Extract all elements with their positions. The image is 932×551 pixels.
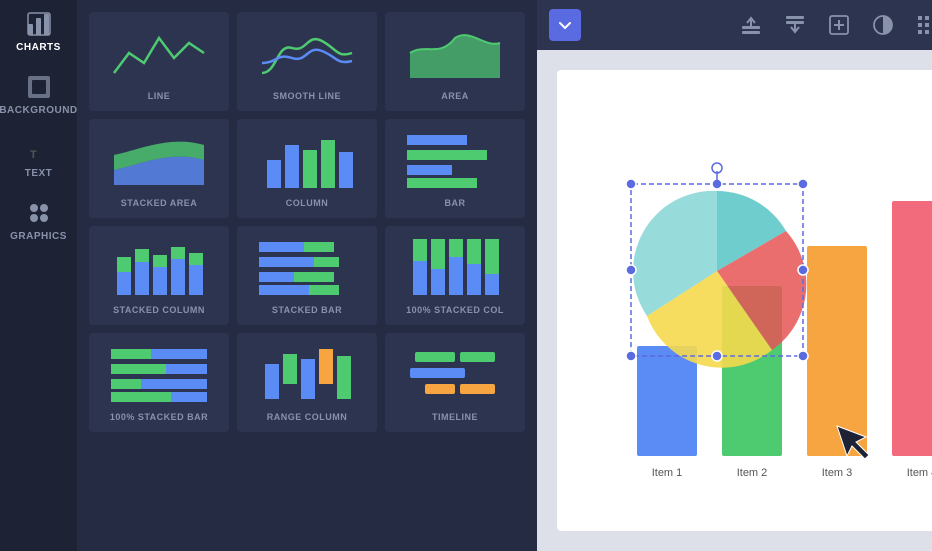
layer-down-button[interactable] [781, 11, 809, 39]
chart-label-area: AREA [441, 91, 469, 101]
chart-thumb-stacked-area [109, 127, 209, 192]
chart-item-line[interactable]: LINE [89, 12, 229, 111]
chart-item-timeline[interactable]: TIMELINE [385, 333, 525, 432]
chart-item-stacked-bar[interactable]: STACKED BAR [237, 226, 377, 325]
chart-thumb-timeline [405, 341, 505, 406]
chart-svg: Item 1 Item 2 Item 3 Item 4 [557, 116, 932, 486]
sidebar-item-charts[interactable]: CHARTS [0, 0, 77, 63]
add-icon [827, 13, 851, 37]
chart-label-timeline: TIMELINE [432, 412, 478, 422]
main-area: Item 1 Item 2 Item 3 Item 4 [537, 0, 932, 551]
sidebar-label-charts: CHARTS [16, 42, 61, 53]
sidebar-label-graphics: GRAPHICS [10, 231, 67, 242]
chart-label-100-stacked-col: 100% STACKED COL [406, 305, 504, 315]
chart-thumb-stacked-column [109, 234, 209, 299]
chart-label-stacked-column: STACKED COLUMN [113, 305, 205, 315]
chevron-button[interactable] [549, 9, 581, 41]
toolbar [537, 0, 932, 50]
chart-item-bar[interactable]: BAR [385, 119, 525, 218]
charts-icon [25, 10, 53, 38]
chart-item-smooth-line[interactable]: SMOOTH LINE [237, 12, 377, 111]
sidebar-label-background: BACKGROUND [0, 105, 78, 116]
contrast-button[interactable] [869, 11, 897, 39]
chart-label-range-column: RANGE COLUMN [267, 412, 348, 422]
chart-item-100-stacked-bar[interactable]: 100% STACKED BAR [89, 333, 229, 432]
chart-item-column[interactable]: COLUMN [237, 119, 377, 218]
chart-label-100-stacked-bar: 100% STACKED BAR [110, 412, 208, 422]
svg-text:Item 2: Item 2 [737, 467, 768, 479]
sidebar-label-text: TEXT [25, 168, 53, 179]
add-button[interactable] [825, 11, 853, 39]
background-icon [25, 73, 53, 101]
sidebar-item-graphics[interactable]: GRAPHICS [0, 189, 77, 252]
chart-thumb-100-stacked-col [405, 234, 505, 299]
chart-thumb-column [257, 127, 357, 192]
sidebar: CHARTS BACKGROUND T TEXT GRAPHICS [0, 0, 77, 551]
chart-item-stacked-area[interactable]: STACKED AREA [89, 119, 229, 218]
chart-label-stacked-bar: STACKED BAR [272, 305, 342, 315]
chart-item-stacked-column[interactable]: STACKED COLUMN [89, 226, 229, 325]
pattern-icon [915, 13, 932, 37]
chart-label-stacked-area: STACKED AREA [121, 198, 198, 208]
toolbar-left [549, 9, 581, 41]
chart-label-smooth-line: SMOOTH LINE [273, 91, 341, 101]
svg-text:T: T [30, 149, 37, 161]
sidebar-item-background[interactable]: BACKGROUND [0, 63, 77, 126]
layer-down-icon [783, 13, 807, 37]
sidebar-item-text[interactable]: T TEXT [0, 126, 77, 189]
svg-text:Item 3: Item 3 [822, 467, 853, 479]
chart-thumb-stacked-bar [257, 234, 357, 299]
chart-label-line: LINE [148, 91, 171, 101]
contrast-icon [871, 13, 895, 37]
pattern-button[interactable] [913, 11, 932, 39]
text-icon: T [25, 136, 53, 164]
chart-thumb-area [405, 20, 505, 85]
svg-text:Item 1: Item 1 [652, 467, 683, 479]
charts-grid: LINE SMOOTH LINE AREA [77, 0, 537, 444]
chart-label-column: COLUMN [286, 198, 329, 208]
chart-thumb-100-stacked-bar [109, 341, 209, 406]
chart-item-100-stacked-col[interactable]: 100% STACKED COL [385, 226, 525, 325]
layer-up-button[interactable] [737, 11, 765, 39]
chart-thumb-line [109, 20, 209, 85]
chart-thumb-smooth-line [257, 20, 357, 85]
chart-thumb-bar [405, 127, 505, 192]
canvas-white: Item 1 Item 2 Item 3 Item 4 [557, 70, 932, 531]
chart-item-range-column[interactable]: RANGE COLUMN [237, 333, 377, 432]
charts-panel: LINE SMOOTH LINE AREA [77, 0, 537, 551]
canvas-area: Item 1 Item 2 Item 3 Item 4 [537, 50, 932, 551]
chart-thumb-range-column [257, 341, 357, 406]
svg-text:Item 4: Item 4 [907, 467, 932, 479]
layer-up-icon [739, 13, 763, 37]
chart-item-area[interactable]: AREA [385, 12, 525, 111]
chevron-down-icon [558, 18, 572, 32]
graphics-icon [25, 199, 53, 227]
chart-label-bar: BAR [445, 198, 466, 208]
